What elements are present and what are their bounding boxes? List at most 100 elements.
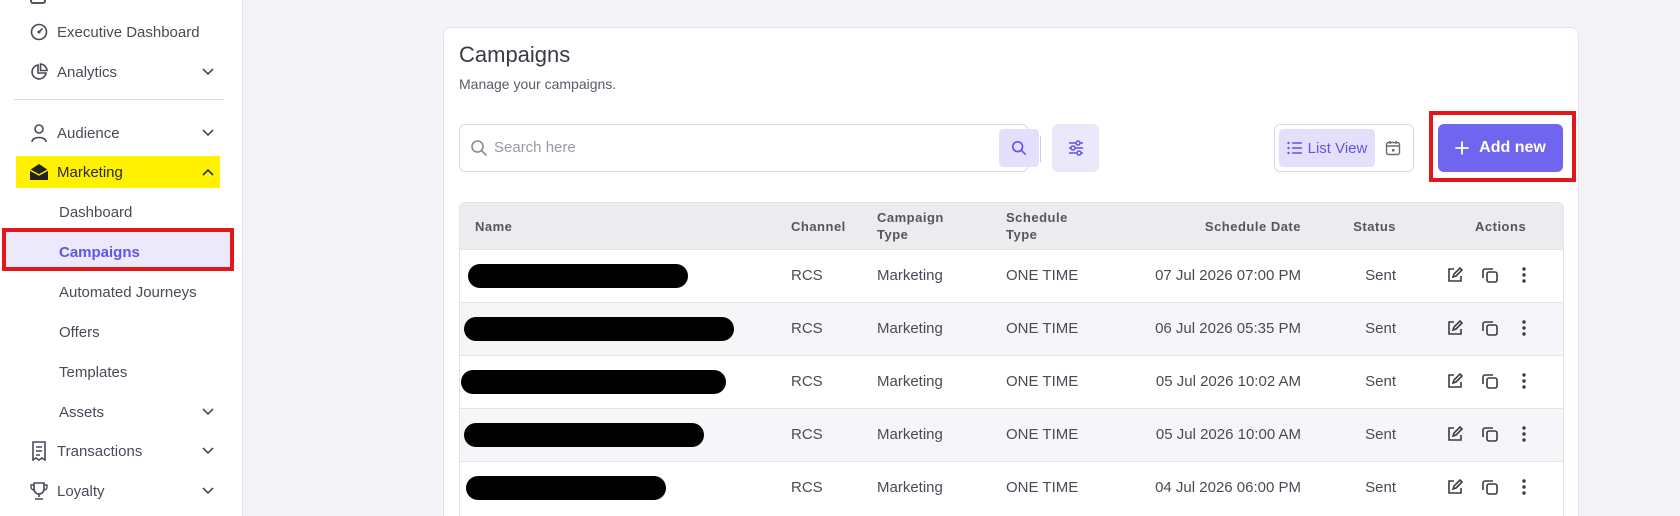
pie-chart-icon bbox=[28, 61, 50, 83]
sidebar-item-transactions[interactable]: Transactions bbox=[0, 433, 243, 469]
cell-channel: RCS bbox=[791, 479, 823, 496]
view-toggle: List View bbox=[1274, 124, 1414, 172]
sidebar-item-label: Assets bbox=[59, 403, 105, 421]
edit-icon[interactable] bbox=[1444, 423, 1466, 445]
user-icon bbox=[28, 122, 50, 144]
table-row[interactable]: RCS Marketing ONE TIME 05 Jul 2026 10:02… bbox=[460, 355, 1563, 408]
sidebar-subitem-dashboard[interactable]: Dashboard bbox=[0, 194, 243, 230]
table-row[interactable]: RCS Marketing ONE TIME 07 Jul 2026 07:00… bbox=[460, 249, 1563, 302]
copy-icon[interactable] bbox=[1479, 317, 1501, 339]
chevron-down-icon bbox=[201, 65, 215, 79]
cell-schedule-type: ONE TIME bbox=[1006, 373, 1079, 390]
redacted-name bbox=[461, 370, 726, 394]
cell-schedule-date: 04 Jul 2026 06:00 PM bbox=[1155, 479, 1301, 496]
more-vertical-icon[interactable] bbox=[1513, 317, 1535, 339]
copy-icon[interactable] bbox=[1479, 476, 1501, 498]
list-icon bbox=[1286, 141, 1302, 155]
chevron-down-icon bbox=[201, 444, 215, 458]
cell-schedule-date: 05 Jul 2026 10:00 AM bbox=[1155, 426, 1301, 443]
list-view-button[interactable]: List View bbox=[1279, 129, 1375, 167]
cell-campaign-type: Marketing bbox=[877, 267, 943, 284]
sidebar-subitem-assets[interactable]: Assets bbox=[0, 394, 243, 430]
campaigns-card: Campaigns Manage your campaigns. Search … bbox=[443, 27, 1579, 516]
more-vertical-icon[interactable] bbox=[1513, 370, 1535, 392]
sidebar-item-label: Dashboard bbox=[59, 203, 133, 221]
filter-button[interactable] bbox=[1052, 124, 1099, 172]
copy-icon[interactable] bbox=[1479, 370, 1501, 392]
sidebar-item-executive-dashboard[interactable]: Executive Dashboard bbox=[0, 14, 243, 50]
campaigns-table: Name Channel Campaign Type Schedule Type… bbox=[459, 202, 1564, 516]
sidebar-item-loyalty[interactable]: Loyalty bbox=[0, 473, 243, 509]
sidebar-subitem-templates[interactable]: Templates bbox=[0, 354, 243, 390]
cell-status: Sent bbox=[1365, 479, 1396, 496]
sidebar-subitem-campaigns[interactable]: Campaigns bbox=[0, 234, 243, 270]
search-icon bbox=[470, 139, 490, 159]
edit-icon[interactable] bbox=[1444, 264, 1466, 286]
cell-schedule-date: 05 Jul 2026 10:02 AM bbox=[1155, 373, 1301, 390]
cell-status: Sent bbox=[1365, 426, 1396, 443]
search-input[interactable]: Search here bbox=[459, 124, 1039, 172]
col-campaign-type-line2: Type bbox=[877, 227, 909, 242]
copy-icon[interactable] bbox=[1479, 264, 1501, 286]
list-view-label: List View bbox=[1307, 139, 1368, 157]
cell-schedule-date: 06 Jul 2026 05:35 PM bbox=[1155, 320, 1301, 337]
more-vertical-icon[interactable] bbox=[1513, 264, 1535, 286]
table-row[interactable]: RCS Marketing ONE TIME 05 Jul 2026 10:00… bbox=[460, 408, 1563, 461]
more-vertical-icon[interactable] bbox=[1513, 476, 1535, 498]
sidebar-item-label: Campaigns bbox=[59, 243, 140, 261]
copy-icon[interactable] bbox=[1479, 423, 1501, 445]
chevron-down-icon bbox=[201, 484, 215, 498]
search-icon bbox=[1011, 140, 1027, 156]
sidebar-item-label: Automated Journeys bbox=[59, 283, 197, 301]
sidebar-item-audience[interactable]: Audience bbox=[0, 115, 243, 151]
sidebar-item-label: Transactions bbox=[57, 442, 143, 460]
sidebar-item-label: Marketing bbox=[57, 163, 123, 181]
page-subtitle: Manage your campaigns. bbox=[459, 76, 617, 92]
cell-channel: RCS bbox=[791, 267, 823, 284]
add-new-button[interactable]: Add new bbox=[1438, 124, 1563, 172]
sidebar-item-label: Offers bbox=[59, 323, 100, 341]
col-schedule-type: Schedule Type bbox=[1006, 209, 1068, 243]
sidebar-item-analytics[interactable]: Analytics bbox=[0, 54, 243, 90]
sidebar-subitem-automated-journeys[interactable]: Automated Journeys bbox=[0, 274, 243, 310]
redacted-name bbox=[468, 264, 688, 288]
more-vertical-icon[interactable] bbox=[1513, 423, 1535, 445]
col-status: Status bbox=[1353, 219, 1396, 234]
chevron-down-icon bbox=[201, 126, 215, 140]
sidebar-subitem-offers[interactable]: Offers bbox=[0, 314, 243, 350]
chevron-down-icon bbox=[201, 405, 215, 419]
col-channel: Channel bbox=[791, 219, 846, 234]
envelope-icon bbox=[28, 161, 50, 183]
plus-icon bbox=[1455, 141, 1470, 155]
sliders-icon bbox=[1068, 140, 1083, 156]
search-button[interactable] bbox=[999, 129, 1039, 167]
col-schedule-type-line1: Schedule bbox=[1006, 210, 1068, 225]
cell-campaign-type: Marketing bbox=[877, 479, 943, 496]
edit-icon[interactable] bbox=[1444, 370, 1466, 392]
cell-status: Sent bbox=[1365, 373, 1396, 390]
col-schedule-type-line2: Type bbox=[1006, 227, 1038, 242]
cell-status: Sent bbox=[1365, 320, 1396, 337]
receipt-icon bbox=[28, 440, 50, 462]
col-name: Name bbox=[475, 219, 513, 234]
trophy-icon bbox=[28, 480, 50, 502]
table-row[interactable]: RCS Marketing ONE TIME 06 Jul 2026 05:35… bbox=[460, 302, 1563, 355]
edit-icon[interactable] bbox=[1444, 317, 1466, 339]
page-title: Campaigns bbox=[459, 42, 571, 67]
redacted-name bbox=[466, 476, 666, 500]
cell-schedule-type: ONE TIME bbox=[1006, 320, 1079, 337]
col-actions: Actions bbox=[1475, 219, 1527, 234]
table-row[interactable]: RCS Marketing ONE TIME 04 Jul 2026 06:00… bbox=[460, 461, 1563, 514]
cell-schedule-date: 07 Jul 2026 07:00 PM bbox=[1155, 267, 1301, 284]
clipped-icon bbox=[30, 0, 46, 4]
sidebar-item-label: Analytics bbox=[57, 63, 118, 81]
calendar-view-button[interactable] bbox=[1383, 138, 1403, 158]
edit-icon[interactable] bbox=[1444, 476, 1466, 498]
cell-channel: RCS bbox=[791, 426, 823, 443]
sidebar-item-marketing[interactable]: Marketing bbox=[0, 154, 243, 190]
cell-campaign-type: Marketing bbox=[877, 373, 943, 390]
cell-channel: RCS bbox=[791, 320, 823, 337]
cell-campaign-type: Marketing bbox=[877, 320, 943, 337]
sidebar-divider bbox=[14, 99, 224, 100]
redacted-name bbox=[464, 317, 734, 341]
